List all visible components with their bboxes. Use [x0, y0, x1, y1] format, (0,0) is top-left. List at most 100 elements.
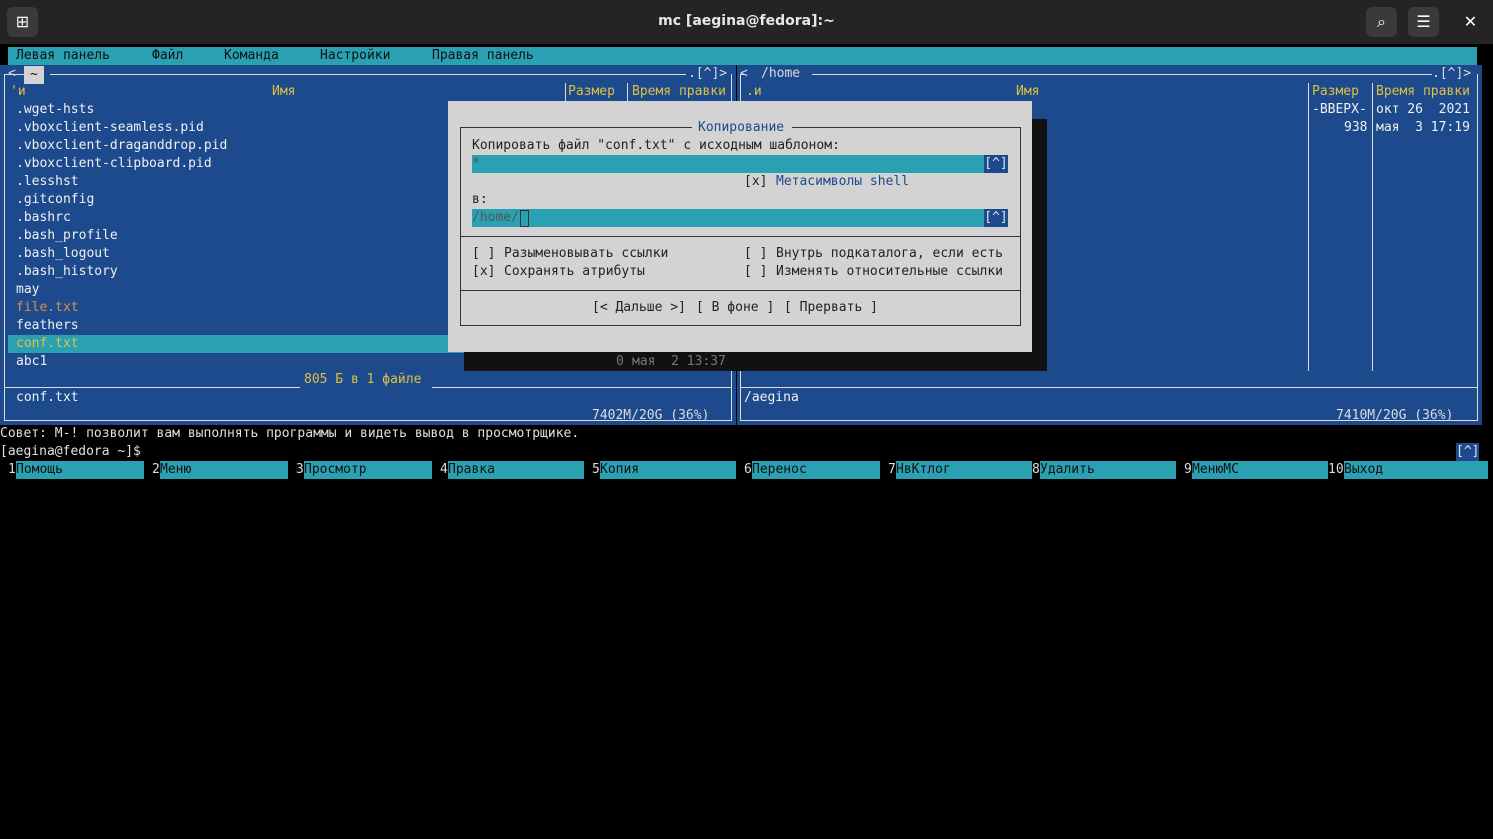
- up-dir-size[interactable]: -ВВЕРХ-: [1312, 101, 1367, 119]
- fkey-usermenu[interactable]: МенюMC: [1192, 461, 1328, 479]
- column-name[interactable]: Имя: [1016, 83, 1039, 101]
- shell-checkbox[interactable]: [x]: [744, 173, 767, 191]
- fkey-delete[interactable]: Удалить: [1040, 461, 1176, 479]
- fkey-number: 2: [152, 462, 160, 477]
- fkey-number: 4: [440, 462, 448, 477]
- window-title: mc [aegina@fedora]:~: [658, 13, 835, 29]
- mini-status: /aegina: [744, 390, 799, 405]
- source-value: *: [472, 156, 480, 171]
- shell-label[interactable]: Метасимволы shell: [776, 173, 909, 191]
- sort-indicator[interactable]: 'и: [10, 83, 26, 101]
- column-time[interactable]: Время правки: [1376, 83, 1470, 101]
- disk-usage: 7410M/20G (36%): [1336, 408, 1454, 423]
- file-row[interactable]: .bash_profile: [16, 227, 118, 245]
- source-history-button[interactable]: [^]: [984, 155, 1008, 173]
- fkey-exit[interactable]: Выход: [1344, 461, 1488, 479]
- into-subdir-checkbox[interactable]: [ ]: [744, 245, 767, 263]
- menu-left-panel[interactable]: Левая панель: [16, 47, 110, 65]
- dialog-title: Копирование: [698, 120, 785, 135]
- abort-button[interactable]: [ Прервать ]: [784, 299, 878, 317]
- title-bar: ⊞ mc [aegina@fedora]:~ ⌕ ☰ ✕: [0, 0, 1493, 44]
- fkey-help[interactable]: Помощь: [16, 461, 144, 479]
- fkey-number: 8: [1032, 462, 1040, 477]
- panel-corner-left[interactable]: <: [740, 65, 748, 83]
- panel-summary: 805 Б в 1 файле: [304, 372, 422, 387]
- file-row[interactable]: .bash_logout: [16, 245, 110, 263]
- fkey-number: 3: [296, 462, 304, 477]
- file-row[interactable]: .wget-hsts: [16, 101, 94, 119]
- menu-file[interactable]: Файл: [152, 47, 183, 65]
- prompt-history-button[interactable]: [^]: [1456, 443, 1480, 461]
- left-panel-path[interactable]: ~: [24, 66, 44, 84]
- file-row[interactable]: .gitconfig: [16, 191, 94, 209]
- dest-history-button[interactable]: [^]: [984, 209, 1008, 227]
- selected-file-name: conf.txt: [16, 336, 79, 351]
- fkey-view[interactable]: Просмотр: [304, 461, 432, 479]
- file-row[interactable]: .bash_history: [16, 263, 118, 281]
- shadow-size: 0: [616, 354, 624, 369]
- file-row[interactable]: .bashrc: [16, 209, 71, 227]
- background-button[interactable]: [ В фоне ]: [696, 299, 774, 317]
- hint-line: Совет: M-! позволит вам выполнять програ…: [0, 426, 580, 441]
- file-row[interactable]: abc1: [16, 353, 47, 371]
- text-cursor: [520, 210, 529, 227]
- panel-history-button[interactable]: .[^]>: [688, 65, 727, 83]
- preserve-attrs-label[interactable]: Сохранять атрибуты: [504, 263, 645, 281]
- fkey-edit[interactable]: Правка: [448, 461, 584, 479]
- relative-links-checkbox[interactable]: [ ]: [744, 263, 767, 281]
- fkey-number: 9: [1184, 462, 1192, 477]
- column-size[interactable]: Размер: [1312, 83, 1359, 101]
- shadow-time: мая 2 13:37: [632, 354, 726, 369]
- deref-checkbox[interactable]: [ ]: [472, 245, 495, 263]
- relative-links-label[interactable]: Изменять относительные ссылки: [776, 263, 1003, 281]
- panel-corner-left[interactable]: <: [8, 65, 16, 83]
- fkey-number: 7: [888, 462, 896, 477]
- disk-usage: 7402M/20G (36%): [592, 408, 710, 423]
- menu-bar: Левая панель Файл Команда Настройки Прав…: [8, 47, 1477, 65]
- file-row[interactable]: .vboxclient-draganddrop.pid: [16, 137, 227, 155]
- file-row[interactable]: file.txt: [16, 299, 79, 317]
- right-panel-path[interactable]: /home: [761, 65, 800, 83]
- sort-indicator[interactable]: .и: [746, 83, 762, 101]
- fkey-move[interactable]: Перенос: [752, 461, 880, 479]
- up-dir-time: окт 26 2021: [1376, 102, 1470, 117]
- column-size[interactable]: Размер: [568, 83, 615, 101]
- close-button[interactable]: ✕: [1455, 7, 1486, 37]
- hamburger-icon: ☰: [1416, 12, 1431, 31]
- menu-settings[interactable]: Настройки: [320, 47, 390, 65]
- menu-button[interactable]: ☰: [1408, 7, 1439, 37]
- source-label: Копировать файл "conf.txt" с исходным ша…: [472, 138, 840, 153]
- next-button[interactable]: [< Дальше >]: [592, 299, 686, 317]
- fkey-mkdir[interactable]: НвКтлог: [896, 461, 1032, 479]
- copy-dialog: Копирование Копировать файл "conf.txt" с…: [448, 101, 1032, 352]
- panel-history-button[interactable]: .[^]>: [1432, 65, 1471, 83]
- fkey-number: 10: [1328, 462, 1344, 477]
- column-time[interactable]: Время правки: [632, 83, 726, 101]
- dest-label: в:: [472, 192, 488, 207]
- dir-time: мая 3 17:19: [1376, 120, 1470, 135]
- fkey-copy[interactable]: Копия: [600, 461, 736, 479]
- file-row[interactable]: .vboxclient-clipboard.pid: [16, 155, 212, 173]
- source-input[interactable]: *: [472, 155, 984, 173]
- file-row[interactable]: .vboxclient-seamless.pid: [16, 119, 204, 137]
- file-row[interactable]: .lesshst: [16, 173, 79, 191]
- dest-input[interactable]: /home/: [472, 209, 984, 227]
- search-button[interactable]: ⌕: [1366, 7, 1397, 37]
- file-row[interactable]: feathers: [16, 317, 79, 335]
- fkey-menu[interactable]: Меню: [160, 461, 288, 479]
- preserve-attrs-checkbox[interactable]: [x]: [472, 263, 495, 281]
- search-icon: ⌕: [1377, 12, 1386, 31]
- file-row[interactable]: may: [16, 281, 39, 299]
- deref-label[interactable]: Разыменовывать ссылки: [504, 245, 668, 263]
- menu-command[interactable]: Команда: [224, 47, 279, 65]
- fkey-number: 1: [8, 462, 16, 477]
- fkey-number: 6: [744, 462, 752, 477]
- close-icon: ✕: [1463, 12, 1478, 31]
- menu-right-panel[interactable]: Правая панель: [432, 47, 534, 65]
- dir-size[interactable]: 938: [1344, 119, 1367, 137]
- dest-value: /home/: [472, 210, 519, 225]
- column-name[interactable]: Имя: [272, 83, 295, 101]
- shell-prompt[interactable]: [aegina@fedora ~]$: [0, 443, 141, 461]
- into-subdir-label[interactable]: Внутрь подкаталога, если есть: [776, 245, 1003, 263]
- function-key-bar: 1 Помощь 2 Меню 3 Просмотр 4 Правка 5 Ко…: [0, 461, 1493, 479]
